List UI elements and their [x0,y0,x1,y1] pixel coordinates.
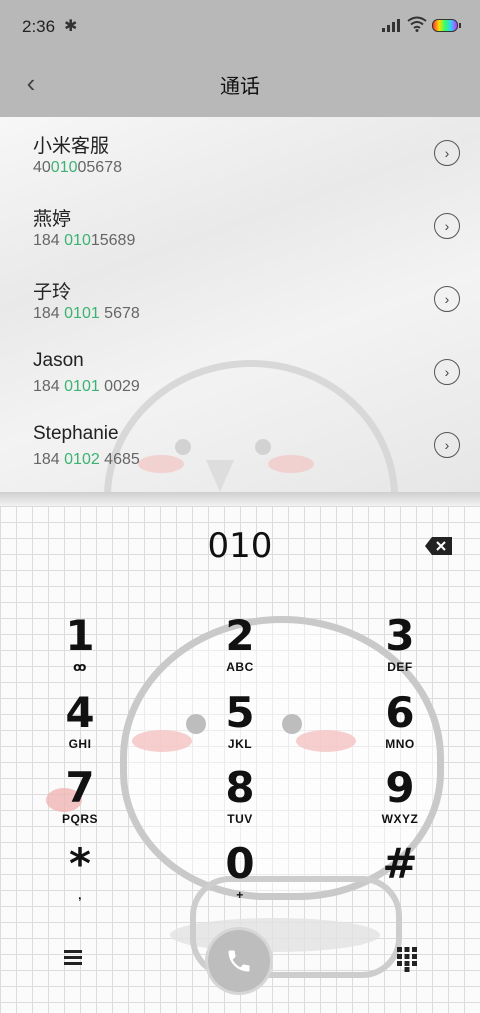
chevron-right-icon[interactable]: › [434,432,460,458]
key-6[interactable]: 6 MNO [340,691,460,761]
backspace-icon[interactable] [424,536,454,556]
key-star[interactable]: *, [20,842,140,912]
contact-name: 子玲 [33,282,72,303]
contact-number: 184 0101 0029 [33,378,140,395]
dial-display: 010 [207,526,273,566]
list-item[interactable]: 燕婷 184 01015689 › [0,190,480,263]
divider [0,492,480,506]
call-button[interactable] [208,930,270,992]
contact-name: 燕婷 [33,209,72,230]
phone-icon [228,950,250,972]
wifi-icon [407,16,427,32]
contact-number: 184 0101 5678 [33,305,140,322]
chevron-right-icon[interactable]: › [434,140,460,166]
voicemail-icon: ꝏ [73,660,87,674]
key-9[interactable]: 9 WXYZ [340,766,460,836]
key-1[interactable]: 1ꝏ [20,614,140,684]
contact-list: 小米客服 4001005678 › 燕婷 184 01015689 › 子玲 1… [0,117,480,492]
key-0[interactable]: 0 + [180,842,300,912]
key-3[interactable]: 3 DEF [340,614,460,684]
list-item[interactable]: Stephanie 184 0102 4685 › [0,409,480,482]
battery-icon [432,19,461,32]
chevron-right-icon[interactable]: › [434,213,460,239]
key-2[interactable]: 2 ABC [180,614,300,684]
key-hash[interactable]: # [340,842,460,912]
list-item[interactable]: 小米客服 4001005678 › [0,117,480,190]
contact-name: Stephanie [33,423,119,444]
key-8[interactable]: 8 TUV [180,766,300,836]
chevron-right-icon[interactable]: › [434,286,460,312]
list-item[interactable]: 子玲 184 0101 5678 › [0,263,480,336]
contact-name: 小米客服 [33,136,110,157]
key-7[interactable]: 7 PQRS [20,766,140,836]
signal-icon [382,18,402,32]
status-bar: 2:36 ✱ [0,0,480,52]
keypad-icon[interactable] [396,946,418,972]
status-time: 2:36 [22,17,56,36]
page-title: 通话 [220,74,260,98]
dialpad: 010 1ꝏ 2 ABC 3 DEF 4 GHI 5 JKL 6 MNO 7 PQRS 8T… [0,506,480,1013]
contact-number: 184 01015689 [33,232,136,249]
bluetooth-icon: ✱ [64,18,78,35]
list-item[interactable]: Jason 184 0101 0029 › [0,336,480,409]
contact-name: Jason [33,350,84,371]
chevron-right-icon[interactable]: › [434,359,460,385]
key-4[interactable]: 4 GHI [20,691,140,761]
contact-number: 4001005678 [33,159,122,176]
key-5[interactable]: 5 JKL [180,691,300,761]
menu-icon[interactable] [60,946,86,970]
contact-number: 184 0102 4685 [33,451,140,468]
top-bar: 2:36 ✱ ‹ 通话 [0,0,480,117]
